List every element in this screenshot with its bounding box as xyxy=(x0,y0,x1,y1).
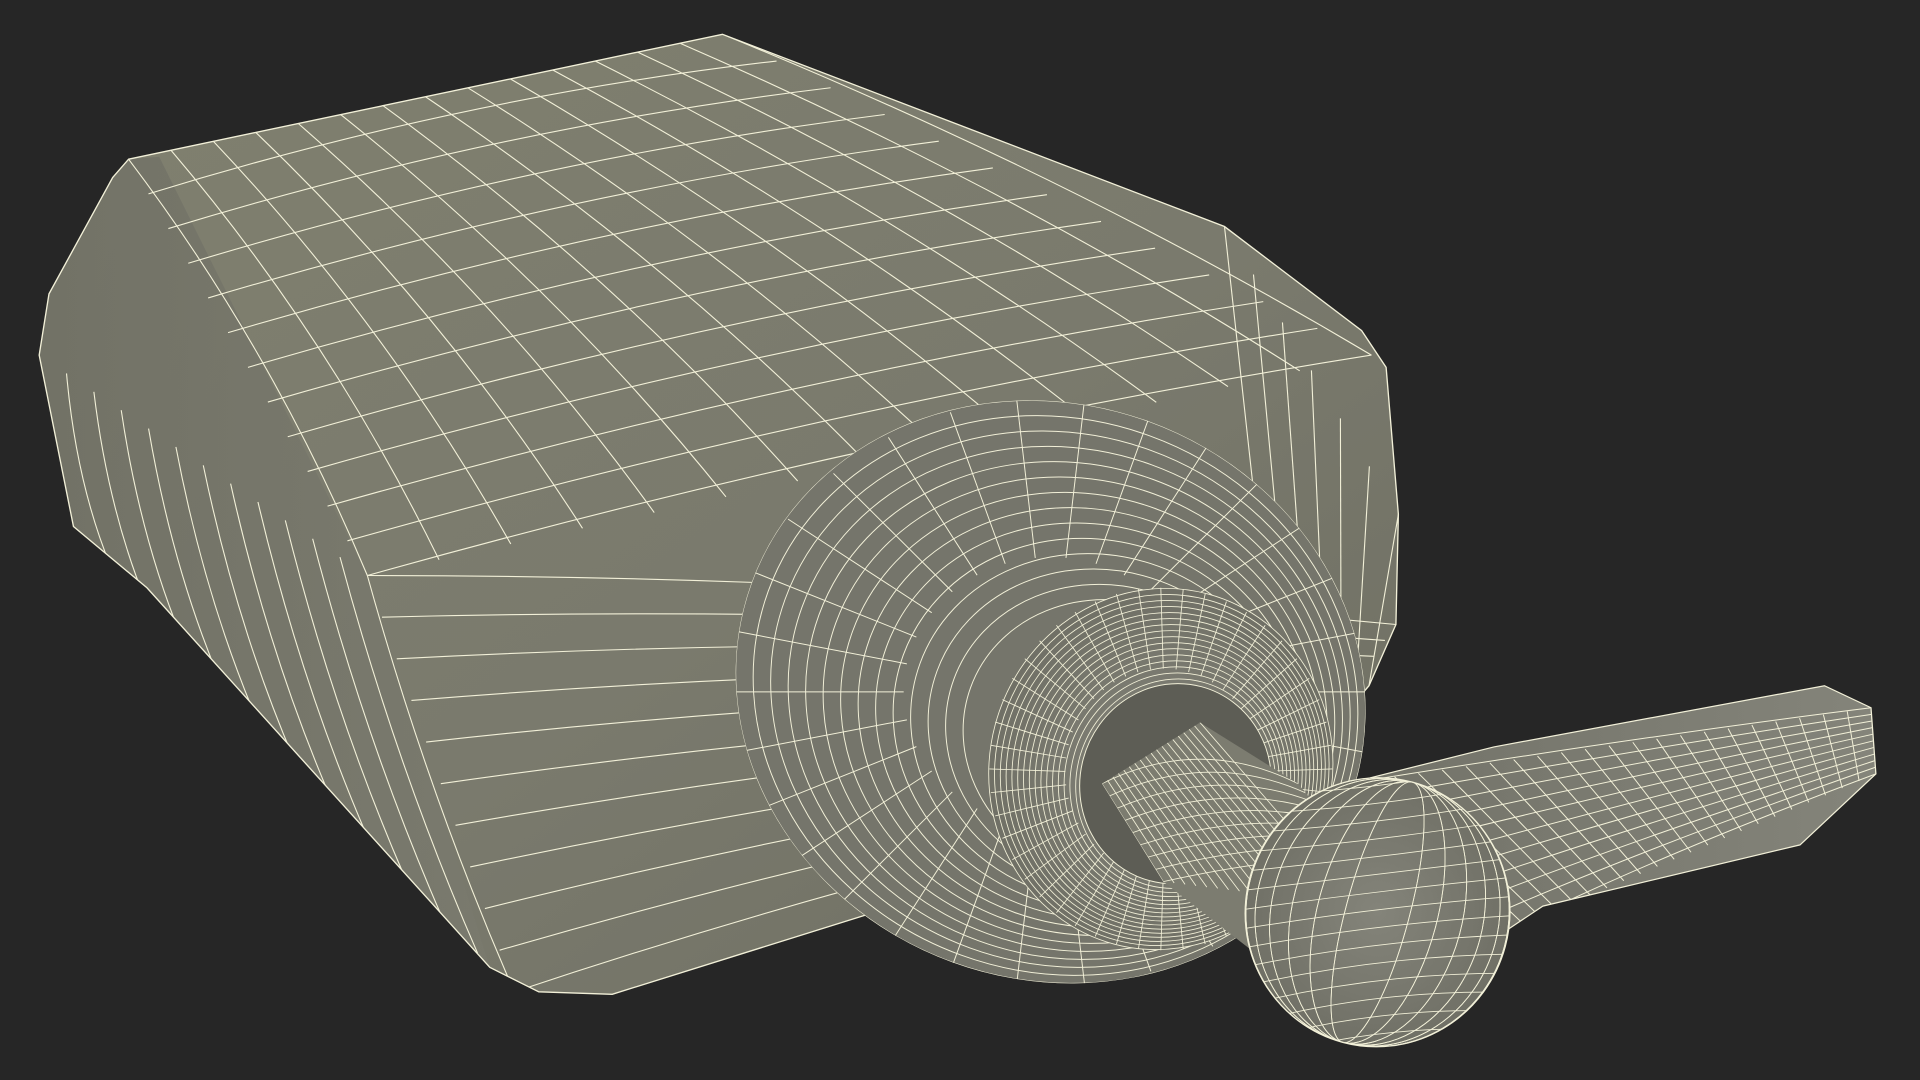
render-viewport xyxy=(0,0,1920,1080)
wireframe-scene xyxy=(38,33,1877,1070)
